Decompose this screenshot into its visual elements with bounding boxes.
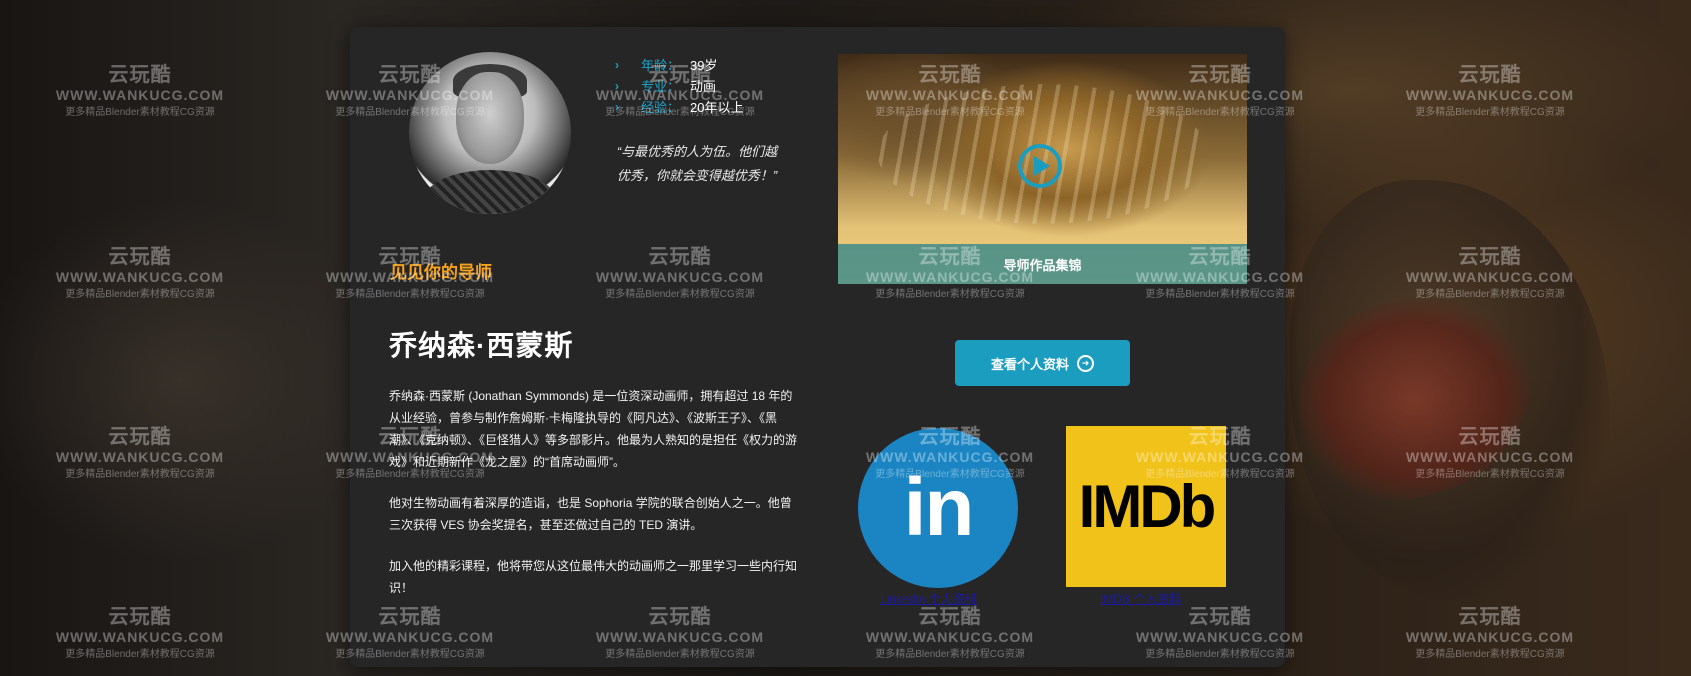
chevron-right-icon: › (615, 79, 619, 93)
stat-value: 20年以上 (690, 100, 744, 115)
avatar-shirt (424, 170, 556, 214)
bio-paragraph: 加入他的精彩课程，他将带您从这位最伟大的动画师之一那里学习一些内行知识！ (389, 559, 798, 595)
stat-value: 39岁 (690, 58, 718, 73)
bio-paragraph: 乔纳森·西蒙斯 (Jonathan Symmonds) 是一位资深动画师，拥有超… (389, 389, 798, 469)
view-profile-label: 查看个人资料 (990, 356, 1069, 372)
stat-label: 经验： (641, 100, 681, 115)
mentor-avatar (409, 52, 571, 214)
chevron-right-icon: › (615, 100, 619, 114)
chevron-right-icon: › (615, 58, 619, 72)
linkedin-profile-link[interactable]: LinkedIn 个人资料 (880, 590, 977, 607)
mentor-name: 乔纳森·西蒙斯 (389, 330, 574, 361)
stat-experience: › 经验： 20年以上 (615, 97, 743, 118)
imdb-profile-link[interactable]: IMDB 个人资料 (1100, 590, 1181, 607)
stat-value: 动画 (690, 79, 717, 94)
stat-label: 年龄： (641, 58, 681, 73)
play-icon[interactable] (1018, 144, 1062, 188)
stat-profession: › 专业： 动画 (615, 76, 743, 97)
view-profile-button[interactable]: 查看个人资料 ➜ (955, 340, 1130, 386)
imdb-icon: IMDb (1078, 473, 1217, 540)
video-caption: 导师作品集锦 (838, 244, 1247, 284)
showreel-video[interactable]: 导师作品集锦 (838, 54, 1247, 284)
mentor-quote: “与最优秀的人为伍。他们越优秀，你就会变得越优秀！” (616, 144, 778, 183)
mentor-stats: › 年龄： 39岁 › 专业： 动画 › 经验： 20年以上 (615, 55, 743, 118)
bio-paragraph: 他对生物动画有着深厚的造诣，也是 Sophoria 学院的联合创始人之一。他曾三… (389, 496, 792, 532)
imdb-logo-link[interactable]: IMDb (1066, 426, 1226, 587)
stat-age: › 年龄： 39岁 (615, 55, 743, 76)
arrow-circle-right-icon: ➜ (1077, 354, 1094, 372)
linkedin-icon: in (903, 462, 975, 553)
linkedin-logo-link[interactable]: in (858, 428, 1018, 588)
stat-label: 专业： (641, 79, 681, 94)
mentor-bio: 乔纳森·西蒙斯 (Jonathan Symmonds) 是一位资深动画师，拥有超… (389, 385, 799, 618)
section-heading: 见见你的导师 (390, 263, 492, 282)
avatar-face (456, 72, 524, 164)
